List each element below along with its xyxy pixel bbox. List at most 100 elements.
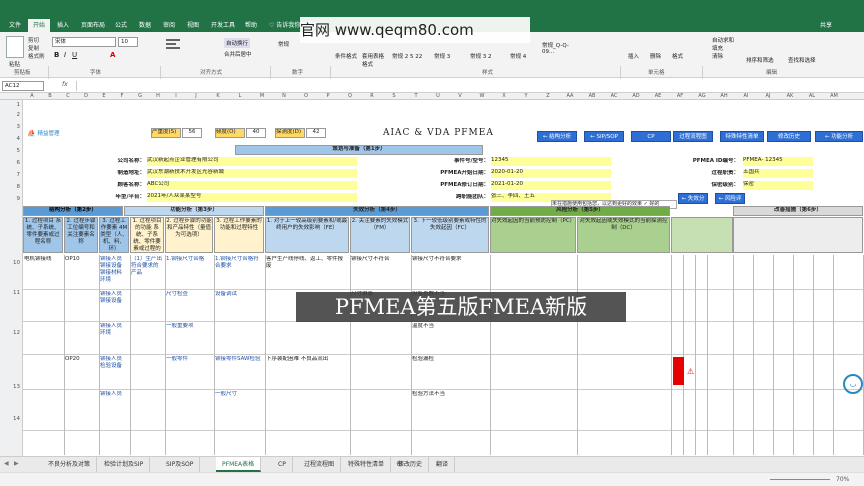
font-name-select[interactable]: 宋体 xyxy=(52,37,116,47)
ribbon-tab[interactable]: 文件 xyxy=(4,19,26,32)
table-cell[interactable]: 铆接人员 铆接设备 铆接材料 环境 xyxy=(100,256,128,288)
row-header[interactable]: 2 xyxy=(0,112,23,118)
table-cell[interactable] xyxy=(351,391,409,429)
column-header[interactable]: K xyxy=(207,93,229,99)
table-cell[interactable]: 一般零件 xyxy=(166,356,212,388)
formula-input[interactable] xyxy=(76,81,860,91)
row-header[interactable]: 14 xyxy=(0,416,23,422)
column-header[interactable]: L xyxy=(229,93,251,99)
conditional-format-button[interactable]: 条件格式 xyxy=(335,52,357,60)
share-button[interactable]: 共享 xyxy=(820,20,832,29)
table-cell[interactable]: 温度不当 xyxy=(412,323,488,353)
column-header[interactable]: AH xyxy=(713,93,735,99)
ribbon-tab[interactable]: 审阅 xyxy=(158,19,180,32)
column-header[interactable]: F xyxy=(113,93,131,99)
table-cell[interactable] xyxy=(131,291,163,320)
sheet-tab[interactable]: 不良分析及对策 xyxy=(42,457,98,472)
sheet-tab[interactable]: 过程流程图 xyxy=(298,457,342,472)
cut-button[interactable]: 剪切 xyxy=(28,36,39,44)
column-header[interactable]: Z xyxy=(537,93,559,99)
table-cell[interactable]: 铆接人员 铆接设备 xyxy=(100,291,128,320)
sheet-tab[interactable]: PFMEA表格 xyxy=(216,457,262,472)
bold-button[interactable]: B xyxy=(54,51,59,59)
nav-special-char-button[interactable]: 特殊特性清单 xyxy=(720,131,764,142)
table-cell[interactable]: 尺寸检查 xyxy=(166,291,212,320)
underline-button[interactable]: U xyxy=(72,51,77,59)
paste-icon[interactable] xyxy=(6,36,24,58)
ribbon-tab[interactable]: 插入 xyxy=(52,19,74,32)
column-header[interactable]: H xyxy=(149,93,167,99)
table-cell[interactable] xyxy=(215,323,263,353)
row-header[interactable]: 1 xyxy=(0,102,23,108)
column-header[interactable]: Y xyxy=(515,93,537,99)
table-cell[interactable]: OP20 xyxy=(65,356,97,388)
table-cell[interactable]: 电机铆接线 xyxy=(24,256,62,288)
column-header[interactable]: AL xyxy=(801,93,823,99)
style-item[interactable]: 常规 3 xyxy=(434,52,450,60)
table-cell[interactable]: 客户生产线停线、返工、零件报废 xyxy=(266,256,348,288)
tab-scroll-left-icon[interactable]: ◀ xyxy=(4,460,9,467)
column-header[interactable]: AK xyxy=(779,93,801,99)
table-cell[interactable] xyxy=(24,323,62,353)
alignment-icons[interactable] xyxy=(166,37,216,55)
ribbon-tab[interactable]: 开发工具 xyxy=(206,19,240,32)
table-cell[interactable]: 设备调试 xyxy=(215,291,263,320)
column-header[interactable]: B xyxy=(41,93,59,99)
table-cell[interactable]: 铆接人员 环境 xyxy=(100,323,128,353)
fill-button[interactable]: 填充 xyxy=(712,44,723,52)
column-header[interactable]: M xyxy=(251,93,273,99)
ribbon-tab[interactable]: 公式 xyxy=(110,19,132,32)
nav-cp-button[interactable]: CP xyxy=(631,131,671,142)
find-select-button[interactable]: 查找和选择 xyxy=(788,56,816,64)
table-cell[interactable] xyxy=(266,391,348,429)
table-cell[interactable]: 铆接人员 xyxy=(100,391,128,429)
column-header[interactable]: U xyxy=(427,93,449,99)
worksheet-grid[interactable]: ⛵ 精益管理 严重度(S) 56 频度(O) 40 探测度(D) 42 AIAC… xyxy=(23,100,864,456)
column-header[interactable]: W xyxy=(471,93,493,99)
column-header[interactable]: P xyxy=(317,93,339,99)
style-item[interactable]: 常规 2 5 22 xyxy=(392,52,422,60)
insert-cells-button[interactable]: 插入 xyxy=(628,52,639,60)
column-header[interactable]: X xyxy=(493,93,515,99)
column-header[interactable]: AC xyxy=(603,93,625,99)
column-header[interactable]: V xyxy=(449,93,471,99)
table-cell[interactable] xyxy=(24,391,62,429)
style-item[interactable]: 常规 3 2 xyxy=(470,52,492,60)
column-header[interactable]: AG xyxy=(691,93,713,99)
sheet-tab[interactable]: SIP及SOP xyxy=(160,457,201,472)
table-cell[interactable]: 铆接零件SAW检验 xyxy=(215,356,263,388)
sheet-tab[interactable]: 修改历史 xyxy=(392,457,430,472)
sort-filter-button[interactable]: 排序和筛选 xyxy=(746,56,774,64)
column-header[interactable]: G xyxy=(131,93,149,99)
zoom-level[interactable]: 70% xyxy=(836,476,849,483)
autosum-button[interactable]: 自动求和 xyxy=(712,36,734,44)
column-header[interactable]: O xyxy=(295,93,317,99)
table-cell[interactable] xyxy=(65,323,97,353)
nav-risk-button[interactable]: ← 风险评估 xyxy=(715,193,745,213)
column-header[interactable]: E xyxy=(95,93,113,99)
table-cell[interactable] xyxy=(351,323,409,353)
format-painter-button[interactable]: 格式刷 xyxy=(28,52,45,60)
table-cell[interactable]: 一般重要项 xyxy=(166,323,212,353)
row-header[interactable]: 6 xyxy=(0,160,23,166)
sheet-tab[interactable]: 检验计划及SIP xyxy=(98,457,151,472)
column-header[interactable]: D xyxy=(77,93,95,99)
column-header[interactable]: AJ xyxy=(757,93,779,99)
italic-button[interactable]: I xyxy=(64,51,66,59)
table-cell[interactable] xyxy=(266,323,348,353)
table-cell[interactable]: 下序装配困难 不良品流出 xyxy=(266,356,348,388)
column-header[interactable]: AB xyxy=(581,93,603,99)
nav-history-button[interactable]: 修改历史 xyxy=(767,131,811,142)
column-header[interactable]: I xyxy=(167,93,185,99)
column-header[interactable]: S xyxy=(383,93,405,99)
column-header[interactable]: C xyxy=(59,93,77,99)
column-header[interactable]: N xyxy=(273,93,295,99)
paste-button[interactable]: 粘贴 xyxy=(9,60,20,68)
column-header[interactable]: AF xyxy=(669,93,691,99)
table-cell[interactable] xyxy=(131,356,163,388)
style-item[interactable]: 常规 4 xyxy=(510,52,526,60)
column-header[interactable]: AA xyxy=(559,93,581,99)
column-header[interactable]: T xyxy=(405,93,427,99)
nav-structure-button[interactable]: ← 结构分析 xyxy=(537,131,577,142)
row-header[interactable]: 11 xyxy=(0,290,23,296)
